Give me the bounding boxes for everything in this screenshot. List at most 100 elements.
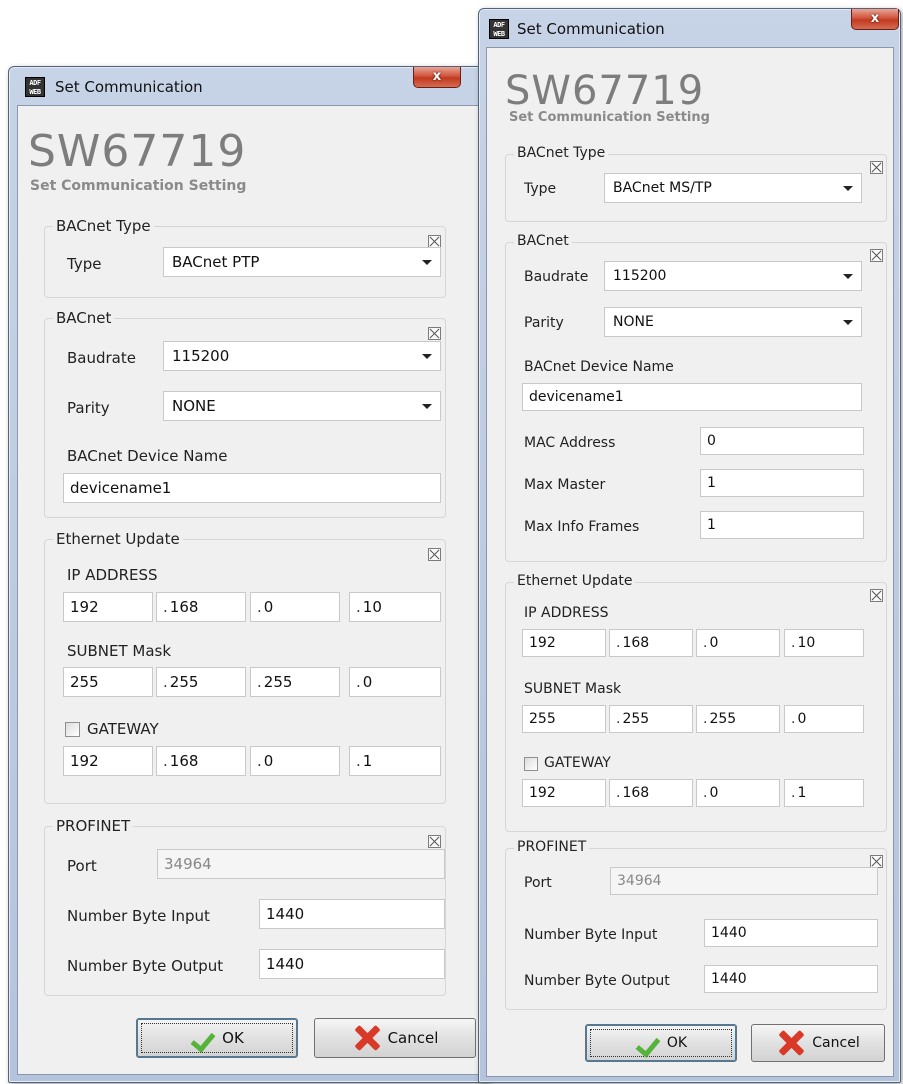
- ip-octet-3[interactable]: .0: [696, 629, 780, 657]
- max-info-frames-input[interactable]: 1: [700, 511, 864, 539]
- bacnet-group: BACnet Baudrate 115200 Parity NONE BACne…: [505, 233, 887, 562]
- ip-octet-1[interactable]: 192: [522, 629, 606, 657]
- baudrate-label: Baudrate: [524, 269, 589, 285]
- group-title: BACnet: [514, 233, 572, 249]
- subnet-octet-3[interactable]: . 255: [696, 705, 780, 733]
- dot-separator: .: [356, 598, 361, 616]
- collapse-x-icon[interactable]: [428, 327, 441, 340]
- collapse-x-icon[interactable]: [870, 249, 883, 262]
- gateway-octet-1[interactable]: 192: [63, 746, 153, 776]
- mac-address-input[interactable]: 0: [700, 427, 864, 455]
- collapse-x-icon[interactable]: [870, 589, 883, 602]
- right-dialog-window: ADF WEB Set Communication x SW67719 Set …: [478, 8, 901, 1083]
- app-icon: ADF WEB: [25, 77, 45, 97]
- close-button[interactable]: x: [413, 67, 461, 88]
- type-select[interactable]: BACnet PTP: [163, 247, 441, 277]
- number-byte-output-field[interactable]: 1440: [704, 965, 878, 993]
- gateway-label: GATEWAY: [544, 755, 611, 771]
- ok-button[interactable]: OK: [136, 1018, 298, 1058]
- max-info-frames-label: Max Info Frames: [524, 519, 640, 535]
- baudrate-select-value: 115200: [613, 268, 667, 284]
- collapse-x-icon[interactable]: [428, 835, 441, 848]
- bacnet-type-group: BACnet Type Type BACnet PTP: [44, 217, 446, 298]
- focus-rectangle: [141, 1023, 293, 1053]
- type-select[interactable]: BACnet MS/TP: [604, 173, 862, 203]
- group-title: Ethernet Update: [514, 573, 636, 589]
- gateway-octet-4-value: 1: [797, 785, 807, 801]
- checkmark-icon: [190, 1027, 216, 1049]
- dot-separator: .: [791, 635, 796, 651]
- number-byte-input-field[interactable]: 1440: [704, 919, 878, 947]
- baudrate-select[interactable]: 115200: [604, 261, 862, 291]
- ip-octet-2[interactable]: . 168: [609, 629, 693, 657]
- number-byte-input-label: Number Byte Input: [67, 907, 210, 925]
- gateway-octet-4[interactable]: .1: [349, 746, 441, 776]
- mac-address-label: MAC Address: [524, 435, 616, 451]
- parity-select[interactable]: NONE: [163, 391, 441, 421]
- product-name: SW67719: [505, 68, 705, 114]
- dot-separator: .: [356, 752, 361, 770]
- gateway-octet-2[interactable]: . 168: [156, 746, 246, 776]
- parity-select[interactable]: NONE: [604, 307, 862, 337]
- gateway-checkbox[interactable]: [524, 757, 538, 771]
- subnet-octet-3-value: 255: [263, 673, 293, 691]
- number-byte-input-field[interactable]: 1440: [259, 899, 445, 929]
- subnet-octet-2[interactable]: . 255: [156, 667, 246, 697]
- bacnet-type-group: BACnet Type Type BACnet MS/TP: [505, 145, 887, 222]
- baudrate-select-value: 115200: [172, 347, 230, 365]
- subnet-octet-3[interactable]: . 255: [250, 667, 340, 697]
- device-name-input[interactable]: devicename1: [522, 383, 862, 411]
- right-title-bar[interactable]: ADF WEB Set Communication x: [479, 9, 900, 49]
- ip-octet-3-value: 0: [263, 598, 274, 616]
- max-master-input[interactable]: 1: [700, 469, 864, 497]
- dot-separator: .: [616, 711, 621, 727]
- subnet-mask-label: SUBNET Mask: [524, 681, 622, 697]
- gateway-octet-3[interactable]: .0: [696, 779, 780, 807]
- close-button[interactable]: x: [851, 9, 899, 30]
- page-subtitle: Set Communication Setting: [509, 110, 710, 125]
- gateway-octet-4[interactable]: .1: [784, 779, 864, 807]
- number-byte-output-field[interactable]: 1440: [259, 949, 445, 979]
- port-label: Port: [524, 875, 552, 891]
- ip-octet-2-value: 168: [169, 598, 199, 616]
- collapse-x-icon[interactable]: [870, 161, 883, 174]
- type-select-value: BACnet PTP: [172, 253, 260, 271]
- subnet-octet-2[interactable]: . 255: [609, 705, 693, 733]
- ip-octet-3[interactable]: .0: [250, 592, 340, 622]
- cancel-button[interactable]: Cancel: [751, 1024, 885, 1062]
- device-name-input[interactable]: devicename1: [63, 473, 441, 503]
- cancel-button[interactable]: Cancel: [314, 1018, 476, 1058]
- left-title-bar[interactable]: ADF WEB Set Communication x: [9, 67, 488, 107]
- ok-button[interactable]: OK: [585, 1024, 737, 1062]
- gateway-checkbox[interactable]: [65, 722, 80, 737]
- gateway-octet-2[interactable]: . 168: [609, 779, 693, 807]
- dot-separator: .: [257, 752, 262, 770]
- group-title: BACnet Type: [514, 145, 609, 161]
- gateway-octet-3-value: 0: [263, 752, 274, 770]
- collapse-x-icon[interactable]: [428, 548, 441, 561]
- ip-octet-1[interactable]: 192: [63, 592, 153, 622]
- ip-address-label: IP ADDRESS: [67, 566, 158, 584]
- chevron-down-icon: [422, 260, 432, 265]
- gateway-octet-1[interactable]: 192: [522, 779, 606, 807]
- group-title: PROFINET: [514, 839, 590, 855]
- baudrate-select[interactable]: 115200: [163, 341, 441, 371]
- dot-separator: .: [257, 673, 262, 691]
- parity-select-value: NONE: [172, 397, 216, 415]
- number-byte-output-label: Number Byte Output: [524, 973, 670, 989]
- subnet-octet-1[interactable]: 255: [63, 667, 153, 697]
- type-label: Type: [67, 255, 102, 273]
- subnet-octet-4[interactable]: .0: [349, 667, 441, 697]
- ip-octet-4[interactable]: . 10: [349, 592, 441, 622]
- ip-octet-4-value: 10: [362, 598, 382, 616]
- ip-octet-2[interactable]: . 168: [156, 592, 246, 622]
- subnet-octet-1[interactable]: 255: [522, 705, 606, 733]
- subnet-mask-label: SUBNET Mask: [67, 642, 172, 660]
- number-byte-output-label: Number Byte Output: [67, 957, 224, 975]
- ip-octet-4[interactable]: . 10: [784, 629, 864, 657]
- gateway-octet-3[interactable]: .0: [250, 746, 340, 776]
- ip-octet-4-value: 10: [797, 635, 816, 651]
- gateway-octet-4-value: 1: [362, 752, 373, 770]
- subnet-octet-4[interactable]: .0: [784, 705, 864, 733]
- dot-separator: .: [616, 785, 621, 801]
